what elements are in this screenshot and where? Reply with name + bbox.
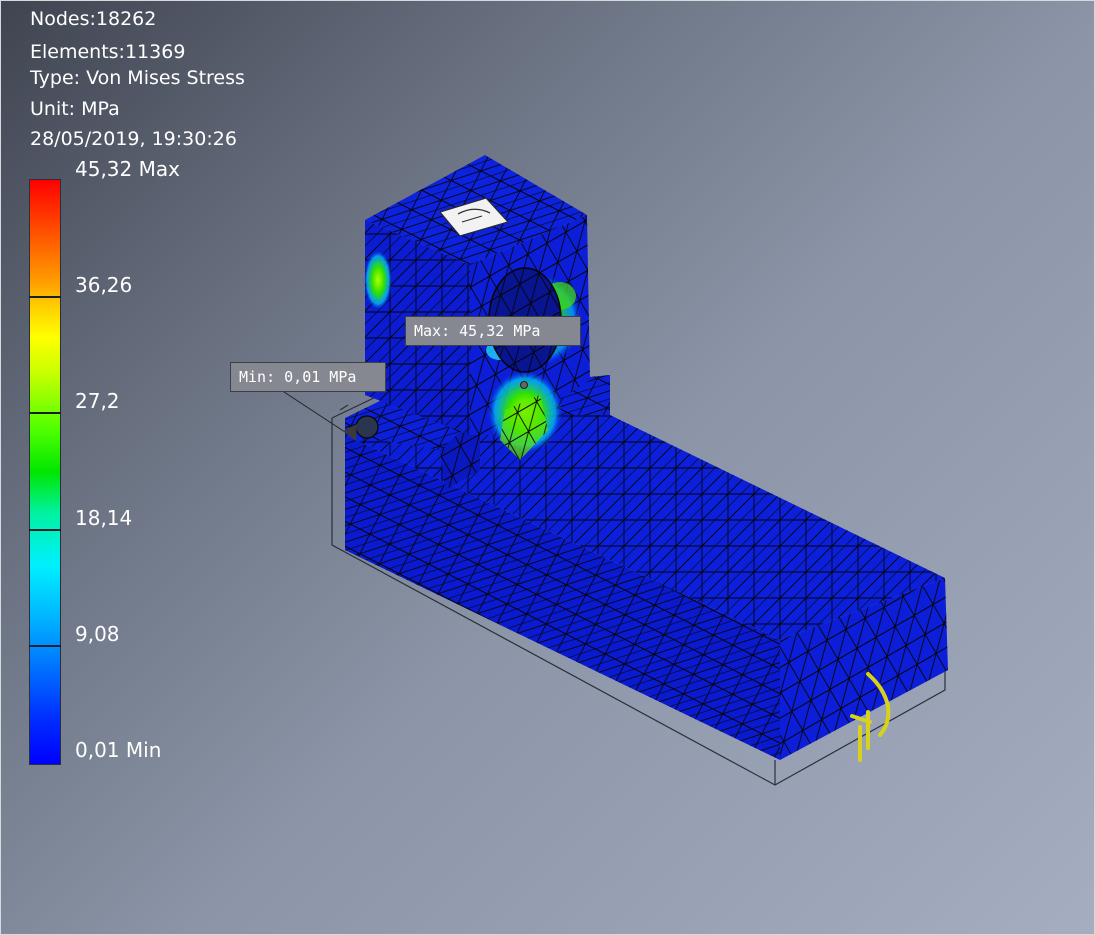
mount-hole — [355, 415, 379, 439]
graphics-viewport[interactable]: Nodes:18262 Elements:11369 Type: Von Mis… — [0, 0, 1095, 935]
max-probe-point — [520, 381, 528, 389]
max-probe-label[interactable]: Max: 45,32 MPa — [405, 316, 581, 346]
min-probe-label[interactable]: Min: 0,01 MPa — [230, 362, 386, 392]
fea-model[interactable] — [0, 0, 1095, 935]
